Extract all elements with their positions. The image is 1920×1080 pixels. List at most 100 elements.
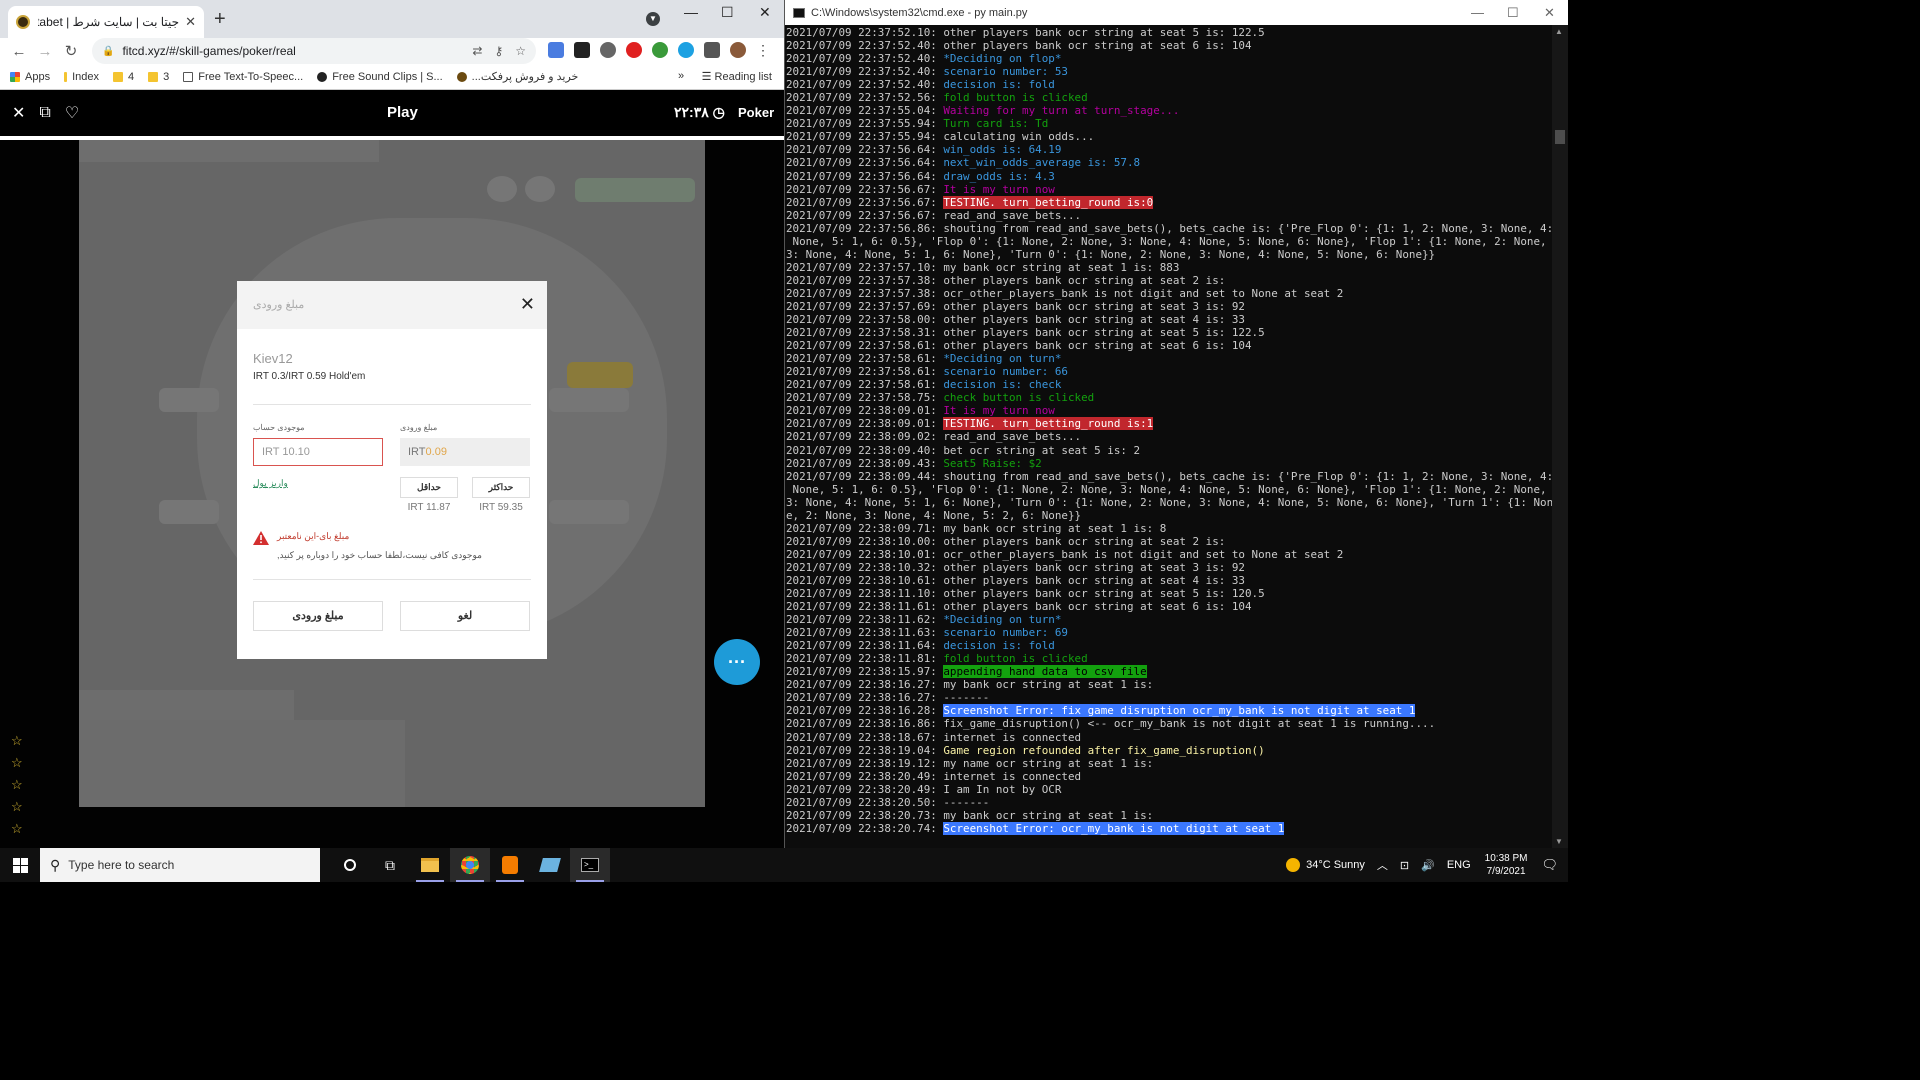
console-line: 2021/07/09 22:37:57.10: my bank ocr stri…: [786, 261, 1553, 274]
star-icon[interactable]: ☆: [11, 799, 23, 815]
translate-extension-icon[interactable]: [548, 42, 564, 58]
chrome-icon[interactable]: [450, 848, 490, 882]
max-button[interactable]: حداکثر: [472, 477, 530, 498]
log-message: Game region refounded after fix_game_dis…: [943, 743, 1265, 757]
globe-extension-icon[interactable]: [652, 42, 668, 58]
network-icon[interactable]: ⊡: [1400, 859, 1409, 872]
task-view-icon[interactable]: ⧉: [370, 848, 410, 882]
close-window-button[interactable]: ✕: [1544, 5, 1555, 21]
bookmark-apps[interactable]: Apps: [10, 71, 50, 83]
bookmark-tts[interactable]: Free Text-To-Speec...: [183, 71, 303, 83]
log-message: scenario number: 66: [943, 365, 1068, 379]
volume-icon[interactable]: 🔊: [1421, 859, 1435, 872]
entry-amount-input[interactable]: IRT 0.09: [400, 438, 530, 466]
puzzle-extensions-icon[interactable]: [704, 42, 720, 58]
chat-tabs: [79, 690, 294, 720]
support-chat-button[interactable]: ···: [714, 639, 760, 685]
profile-avatar[interactable]: [730, 42, 746, 58]
star-icon[interactable]: ☆: [11, 733, 23, 749]
taskbar-apps: ⧉ >_: [330, 848, 610, 882]
bookmark-sound-clips[interactable]: Free Sound Clips | S...: [317, 71, 443, 83]
scroll-thumb[interactable]: [1555, 130, 1565, 144]
close-icon[interactable]: ✕: [12, 103, 25, 123]
forward-icon[interactable]: →: [34, 43, 56, 60]
url-text[interactable]: fitcd.xyz/#/skill-games/poker/real: [122, 44, 295, 58]
new-tab-button[interactable]: +: [214, 8, 226, 31]
language-indicator[interactable]: ENG: [1447, 859, 1471, 871]
deposit-link[interactable]: واریز پول: [253, 478, 288, 489]
cortana-icon[interactable]: [330, 848, 370, 882]
bookmark-index[interactable]: Index: [64, 71, 99, 83]
scroll-down-icon[interactable]: ▼: [1555, 837, 1563, 846]
minimize-button[interactable]: —: [684, 4, 698, 20]
console-line: 2021/07/09 22:38:10.61: other players ba…: [786, 574, 1553, 587]
minimize-button[interactable]: —: [1471, 5, 1484, 20]
start-button[interactable]: [0, 848, 40, 882]
cmd-icon: [793, 7, 805, 18]
key-icon[interactable]: ⚷: [494, 44, 503, 58]
cmd-taskbar-icon[interactable]: >_: [570, 848, 610, 882]
tab-search-icon[interactable]: ▼: [646, 12, 660, 26]
bookmark-folder-4[interactable]: 4: [113, 71, 134, 83]
maximize-button[interactable]: ☐: [721, 4, 734, 21]
popout-icon[interactable]: ⧉: [39, 104, 50, 122]
page-icon: [183, 71, 194, 82]
console-scrollbar[interactable]: ▲ ▼: [1552, 25, 1568, 848]
log-timestamp: 2021/07/09 22:37:58.61:: [786, 352, 944, 366]
reading-list-button[interactable]: ☰ Reading list: [702, 70, 772, 83]
extension-icon[interactable]: [574, 42, 590, 58]
cancel-button[interactable]: لغو: [400, 601, 530, 631]
console-line: 2021/07/09 22:37:57.69: other players ba…: [786, 300, 1553, 313]
modal-close-button[interactable]: ✕: [520, 294, 535, 315]
favorite-heart-icon[interactable]: ♡: [65, 103, 79, 123]
weather-sun-icon[interactable]: [1286, 858, 1301, 872]
min-button[interactable]: حداقل: [400, 477, 458, 498]
bookmark-folder-3[interactable]: 3: [148, 71, 169, 83]
tray-overflow-icon[interactable]: ︿: [1377, 857, 1388, 873]
log-message: other players bank ocr string at seat 6 …: [943, 600, 1252, 614]
extension-icon[interactable]: [600, 42, 616, 58]
log-message: read_and_save_bets...: [943, 208, 1082, 222]
balance-label: موجودی حساب: [253, 423, 305, 432]
log-timestamp: 2021/07/09 22:38:09.40:: [786, 443, 944, 457]
folder-icon: [64, 71, 68, 82]
back-icon[interactable]: ←: [8, 43, 30, 60]
vpn-extension-icon[interactable]: [678, 42, 694, 58]
close-tab-icon[interactable]: ✕: [185, 14, 196, 30]
notification-icon[interactable]: 🗨: [1541, 857, 1558, 873]
reload-icon[interactable]: ↻: [60, 42, 82, 60]
log-message: 3: None, 4: None, 5: 1, 6: None}, 'Turn …: [786, 495, 1553, 509]
menu-kebab-icon[interactable]: ⋮: [756, 42, 770, 58]
confirm-entry-button[interactable]: مبلغ ورودی: [253, 601, 383, 631]
taskbar-search[interactable]: ⚲ Type here to search: [40, 848, 320, 882]
scroll-up-icon[interactable]: ▲: [1555, 27, 1563, 36]
star-icon[interactable]: ☆: [11, 755, 23, 771]
translate-icon[interactable]: ⇄: [472, 44, 482, 58]
console-line: 2021/07/09 22:38:09.43: Seat5 Raise: $2: [786, 457, 1553, 470]
bookmark-perfect[interactable]: ...خرید و فروش پرفکت: [456, 70, 578, 83]
console-line: 2021/07/09 22:37:56.64: next_win_odds_av…: [786, 156, 1553, 169]
bookmark-star-icon[interactable]: ☆: [515, 44, 526, 58]
file-explorer-icon[interactable]: [410, 848, 450, 882]
search-placeholder[interactable]: Type here to search: [68, 858, 174, 872]
console-line: 2021/07/09 22:37:58.75: check button is …: [786, 391, 1553, 404]
notepad-icon[interactable]: [530, 848, 570, 882]
log-message: TESTING. turn_betting_round is:1: [943, 417, 1154, 431]
taskbar: ⚲ Type here to search ⧉ >_ 34°C Sunny ︿ …: [0, 848, 1568, 882]
log-timestamp: 2021/07/09 22:37:52.40:: [786, 65, 944, 79]
console-line: 2021/07/09 22:38:10.01: ocr_other_player…: [786, 548, 1553, 561]
more-bookmarks-icon[interactable]: »: [678, 70, 684, 82]
log-message: other players bank ocr string at seat 5 …: [943, 587, 1265, 601]
taskbar-clock[interactable]: 10:38 PM 7/9/2021: [1485, 852, 1528, 878]
address-bar[interactable]: 🔒 fitcd.xyz/#/skill-games/poker/real ⇄ ⚷…: [92, 38, 536, 64]
close-window-button[interactable]: ✕: [759, 4, 771, 21]
star-icon[interactable]: ☆: [11, 821, 23, 837]
lock-icon[interactable]: 🔒: [102, 46, 114, 57]
opera-extension-icon[interactable]: [626, 42, 642, 58]
star-icon[interactable]: ☆: [11, 777, 23, 793]
console-output[interactable]: 2021/07/09 22:37:52.10: other players ba…: [785, 25, 1553, 848]
sublime-text-icon[interactable]: [490, 848, 530, 882]
maximize-button[interactable]: ☐: [1507, 5, 1519, 21]
browser-tab-active[interactable]: جیتا بت | سایت شرط | cheetabet ✕: [8, 6, 204, 38]
weather-text[interactable]: 34°C Sunny: [1306, 859, 1365, 871]
